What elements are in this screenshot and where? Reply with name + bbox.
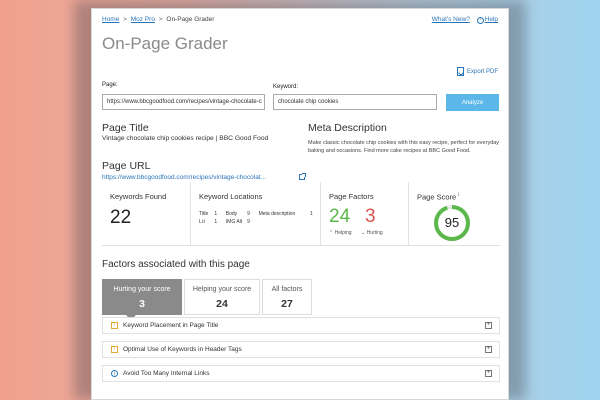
location-meta-value: 1 bbox=[309, 211, 313, 217]
location-title-label: Title bbox=[199, 211, 209, 217]
location-imgalt-value: 9 bbox=[247, 219, 250, 225]
factors-heading: Factors associated with this page bbox=[102, 259, 250, 270]
keyword-input[interactable]: chocolate chip cookies bbox=[273, 94, 437, 110]
factor-row[interactable]: i Avoid Too Many Internal Links + bbox=[102, 365, 500, 382]
keywords-found-label: Keywords Found bbox=[110, 192, 167, 201]
location-li-value: 1 bbox=[214, 219, 218, 225]
meta-description-value: Make classic chocolate chip cookies with… bbox=[308, 140, 500, 154]
tab-hurting-your-score[interactable]: Hurting your score 3 bbox=[102, 279, 182, 315]
expand-icon[interactable]: + bbox=[485, 322, 492, 329]
page-score-stat: Page Score i 95 bbox=[409, 182, 500, 246]
page-url-link[interactable]: https://www.bbcgoodfood.com/recipes/vint… bbox=[102, 174, 266, 181]
tab-label: All factors bbox=[271, 286, 303, 293]
page-url-input[interactable]: https://www.bbcgoodfood.com/recipes/vint… bbox=[102, 94, 265, 110]
analyze-button[interactable]: Analyze bbox=[446, 94, 499, 111]
warning-icon: ! bbox=[111, 346, 118, 353]
breadcrumb-separator: > bbox=[158, 16, 163, 23]
keywords-found-stat: Keywords Found 22 bbox=[102, 182, 191, 246]
factor-row[interactable]: ! Optimal Use of Keywords in Header Tags… bbox=[102, 341, 500, 358]
expand-icon[interactable]: + bbox=[485, 370, 492, 377]
page-title-value: Vintage chocolate chip cookies recipe | … bbox=[102, 135, 269, 142]
export-pdf-button[interactable]: Export PDF bbox=[456, 67, 498, 76]
warning-icon: ! bbox=[111, 322, 118, 329]
tab-label: Hurting your score bbox=[113, 286, 171, 293]
info-icon: i bbox=[111, 370, 118, 377]
expand-icon[interactable]: + bbox=[485, 346, 492, 353]
page-score-label: Page Score i bbox=[417, 192, 460, 202]
on-page-grader-panel: Home > Moz Pro > On-Page Grader What's N… bbox=[91, 8, 509, 400]
breadcrumb: Home > Moz Pro > On-Page Grader bbox=[102, 16, 214, 23]
export-pdf-label: Export PDF bbox=[466, 68, 498, 75]
tab-count: 24 bbox=[216, 298, 228, 310]
tab-label: Helping your score bbox=[192, 286, 252, 293]
page-field-label: Page: bbox=[102, 82, 118, 88]
factor-label: Optimal Use of Keywords in Header Tags bbox=[123, 346, 242, 353]
page-score-value: 95 bbox=[444, 215, 460, 230]
helping-label: ⌃ Helping bbox=[329, 230, 352, 236]
help-icon[interactable]: ? bbox=[476, 17, 484, 24]
tab-helping-your-score[interactable]: Helping your score 24 bbox=[184, 279, 260, 315]
breadcrumb-separator: > bbox=[123, 16, 127, 23]
hurting-count: 3 bbox=[365, 206, 376, 227]
help-link[interactable]: Help bbox=[485, 16, 498, 23]
page-factors-label: Page Factors bbox=[329, 192, 374, 201]
location-title-value: 1 bbox=[214, 211, 218, 217]
factor-label: Avoid Too Many Internal Links bbox=[123, 370, 210, 377]
breadcrumb-home-link[interactable]: Home bbox=[102, 16, 119, 23]
whats-new-link[interactable]: What's New? bbox=[432, 16, 470, 23]
helping-count: 24 bbox=[329, 206, 351, 227]
download-icon bbox=[456, 67, 464, 76]
breadcrumb-moz-pro-link[interactable]: Moz Pro bbox=[131, 16, 155, 23]
tab-count: 27 bbox=[281, 298, 293, 310]
location-body-label: Body bbox=[225, 211, 238, 217]
meta-description-heading: Meta Description bbox=[308, 122, 387, 134]
location-meta-label: Meta description bbox=[258, 211, 296, 217]
top-bar: Home > Moz Pro > On-Page Grader What's N… bbox=[102, 16, 498, 28]
page-title: On-Page Grader bbox=[102, 34, 228, 53]
keyword-field-label: Keyword: bbox=[273, 84, 299, 90]
page-title-heading: Page Title bbox=[102, 122, 149, 134]
tab-count: 3 bbox=[139, 298, 145, 310]
factor-row[interactable]: ! Keyword Placement in Page Title + bbox=[102, 317, 500, 334]
keywords-found-value: 22 bbox=[110, 207, 132, 228]
location-imgalt-label: IMG Alt bbox=[225, 219, 243, 225]
page-factors-stat: Page Factors 24 3 ⌃ Helping ⌄ Hurting bbox=[321, 182, 409, 246]
keyword-locations-list: Title 1 Body 9 Meta description 1 Li:i 1… bbox=[199, 210, 313, 226]
breadcrumb-current: On-Page Grader bbox=[166, 16, 215, 23]
stats-panel: Keywords Found 22 Keyword Locations Titl… bbox=[102, 182, 500, 246]
top-links: What's New? ? Help bbox=[432, 16, 498, 24]
location-li-label: Li:i bbox=[199, 219, 206, 225]
keyword-locations-label: Keyword Locations bbox=[199, 192, 263, 201]
page-score-info-icon[interactable]: i bbox=[458, 192, 459, 197]
external-link-icon[interactable] bbox=[299, 173, 306, 180]
location-body-value: 9 bbox=[247, 211, 250, 217]
factor-label: Keyword Placement in Page Title bbox=[123, 322, 219, 329]
tab-all-factors[interactable]: All factors 27 bbox=[262, 279, 312, 315]
page-url-heading: Page URL bbox=[102, 160, 151, 172]
hurting-label: ⌄ Hurting bbox=[361, 230, 383, 236]
keyword-locations-stat: Keyword Locations Title 1 Body 9 Meta de… bbox=[191, 182, 321, 246]
